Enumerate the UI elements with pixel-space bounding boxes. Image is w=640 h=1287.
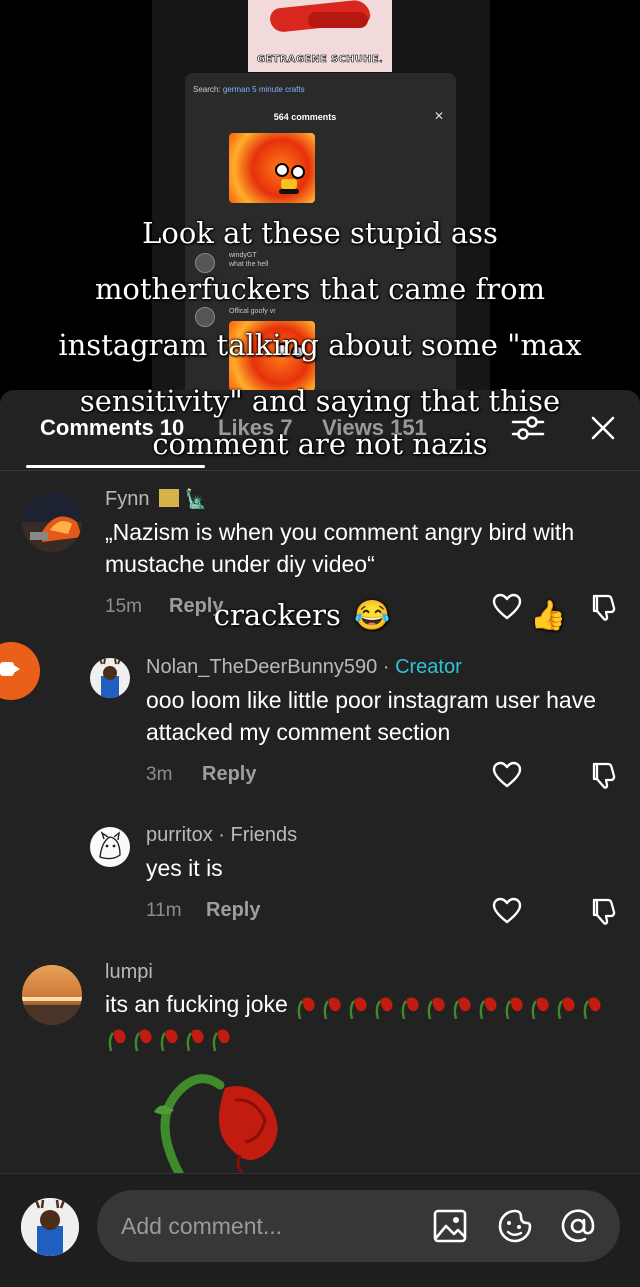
avatar[interactable] xyxy=(90,827,130,867)
bird-mustache xyxy=(279,189,299,194)
embedded-comment-count: 564 comments xyxy=(273,112,337,122)
comment-username[interactable]: Fynn 🗽 xyxy=(105,488,207,511)
camera-lens-icon xyxy=(12,664,20,674)
avatar[interactable] xyxy=(22,492,82,552)
comment-time: 11m xyxy=(146,900,182,921)
heart-icon[interactable] xyxy=(492,896,522,926)
comment-input-bar xyxy=(0,1173,640,1287)
wilted-rose-emoji-icon xyxy=(160,1029,178,1051)
video-letterbox-right xyxy=(490,0,640,400)
wilted-rose-emoji-icon xyxy=(212,1029,230,1051)
creator-tag: Creator xyxy=(395,656,462,678)
username-text: Nolan_TheDeerBunny590 xyxy=(146,656,378,678)
reply-item: Nolan_TheDeerBunny590 · Creator ooo loom… xyxy=(0,650,640,800)
video-letterbox-left xyxy=(0,0,152,400)
bird-eye xyxy=(275,163,289,177)
avatar[interactable] xyxy=(22,965,82,1025)
embedded-avatar xyxy=(195,253,215,273)
embedded-text-1: what the hell xyxy=(229,261,269,268)
heart-icon[interactable] xyxy=(492,592,522,622)
embedded-username-2: Offical goofy vr xyxy=(229,308,276,315)
reply-button[interactable]: Reply xyxy=(206,899,260,922)
reply-button[interactable]: Reply xyxy=(169,595,223,618)
comment-item: lumpi its an fucking joke xyxy=(0,955,640,1175)
reply-item: purritox · Friends yes it is 11m Reply xyxy=(0,818,640,928)
reply-button[interactable]: Reply xyxy=(202,763,256,786)
comments-tabs: Comments 10 Likes 7 Views 151 xyxy=(0,390,640,470)
close-icon[interactable] xyxy=(586,411,620,445)
comment-username[interactable]: Nolan_TheDeerBunny590 · Creator xyxy=(146,656,462,679)
username-text: purritox xyxy=(146,824,213,846)
comment-time: 15m xyxy=(105,596,142,617)
wilted-rose-emoji-icon xyxy=(375,997,393,1019)
embedded-search-query: german 5 minute crafts xyxy=(222,85,305,94)
comment-username[interactable]: lumpi xyxy=(105,961,153,984)
dislike-icon[interactable] xyxy=(588,896,618,926)
image-icon[interactable] xyxy=(432,1208,468,1244)
tabs-divider xyxy=(0,470,640,471)
tab-views[interactable]: Views 151 xyxy=(322,415,427,441)
avatar[interactable] xyxy=(90,658,130,698)
wilted-rose-emoji-icon xyxy=(186,1029,204,1051)
dislike-icon[interactable] xyxy=(588,592,618,622)
wilted-rose-emoji-icon xyxy=(479,997,497,1019)
comment-item: Fynn 🗽 „Nazism is when you comment angry… xyxy=(0,480,640,630)
active-tab-underline xyxy=(26,465,205,468)
my-avatar[interactable] xyxy=(21,1198,79,1256)
wilted-rose-emoji-icon xyxy=(108,1029,126,1051)
tag-separator: · xyxy=(218,824,231,846)
wilted-rose-sticker xyxy=(154,1074,278,1175)
filter-sliders-icon[interactable] xyxy=(510,414,546,442)
heart-icon[interactable] xyxy=(492,760,522,790)
wilted-rose-emoji-icon xyxy=(427,997,445,1019)
comment-text: yes it is xyxy=(146,855,223,881)
embedded-screenshot-panel: Search: german 5 minute crafts 564 comme… xyxy=(185,73,456,400)
wilted-rose-emoji-icon xyxy=(531,997,549,1019)
comment-text: its an fucking joke xyxy=(105,988,625,1052)
wilted-rose-emoji-icon xyxy=(134,1029,152,1051)
comment-text: ooo loom like little poor instagram user… xyxy=(146,687,597,745)
tab-likes[interactable]: Likes 7 xyxy=(218,415,293,441)
statue-emoji-icon: 🗽 xyxy=(184,489,208,509)
bird-eye xyxy=(291,165,305,179)
shoe-image: GETRAGENE SCHUHE. xyxy=(248,0,392,72)
wilted-rose-emoji-icon xyxy=(349,997,367,1019)
embedded-comment-1: windyGT what the hell xyxy=(229,251,268,269)
embedded-search: Search: german 5 minute crafts xyxy=(193,85,305,94)
bird-eye xyxy=(275,343,289,357)
comments-sheet: Comments 10 Likes 7 Views 151 Fynn 🗽 „Na… xyxy=(0,390,640,1287)
comment-text: „Nazism is when you comment angry bird w… xyxy=(105,519,575,577)
flag-emoji-icon xyxy=(159,489,180,507)
add-comment-input[interactable] xyxy=(121,1208,421,1244)
wilted-rose-emoji-icon xyxy=(401,997,419,1019)
comment-text-content: its an fucking joke xyxy=(105,991,288,1017)
dislike-icon[interactable] xyxy=(588,760,618,790)
wilted-rose-emoji-icon xyxy=(557,997,575,1019)
tab-comments[interactable]: Comments 10 xyxy=(40,415,184,441)
wilted-rose-emoji-icon xyxy=(453,997,471,1019)
video-background: GETRAGENE SCHUHE. Search: german 5 minut… xyxy=(0,0,640,400)
embedded-avatar xyxy=(195,307,215,327)
shoe-shape-sole xyxy=(308,12,368,28)
angry-bird-image xyxy=(229,133,315,203)
wilted-rose-emoji-icon xyxy=(505,997,523,1019)
embedded-close-icon: ✕ xyxy=(433,109,444,123)
wilted-rose-emoji-icon xyxy=(583,997,601,1019)
wilted-rose-emoji-icon xyxy=(323,997,341,1019)
shoe-banner-text: GETRAGENE SCHUHE. xyxy=(256,54,384,66)
comment-time: 3m xyxy=(146,764,173,785)
embedded-username-1: windyGT xyxy=(229,252,257,259)
angry-bird-image xyxy=(229,321,315,391)
tag-separator: · xyxy=(382,656,396,678)
embedded-search-label: Search: xyxy=(193,85,221,94)
username-text: Fynn xyxy=(105,488,150,510)
comment-username[interactable]: purritox · Friends xyxy=(146,824,297,847)
emoji-icon[interactable] xyxy=(497,1208,533,1244)
at-mention-icon[interactable] xyxy=(560,1208,596,1244)
bird-beak xyxy=(281,179,297,189)
comment-input-pill xyxy=(97,1190,620,1262)
wilted-rose-emoji-icon xyxy=(297,997,315,1019)
bird-eye xyxy=(291,345,305,359)
friends-tag: Friends xyxy=(230,824,298,846)
